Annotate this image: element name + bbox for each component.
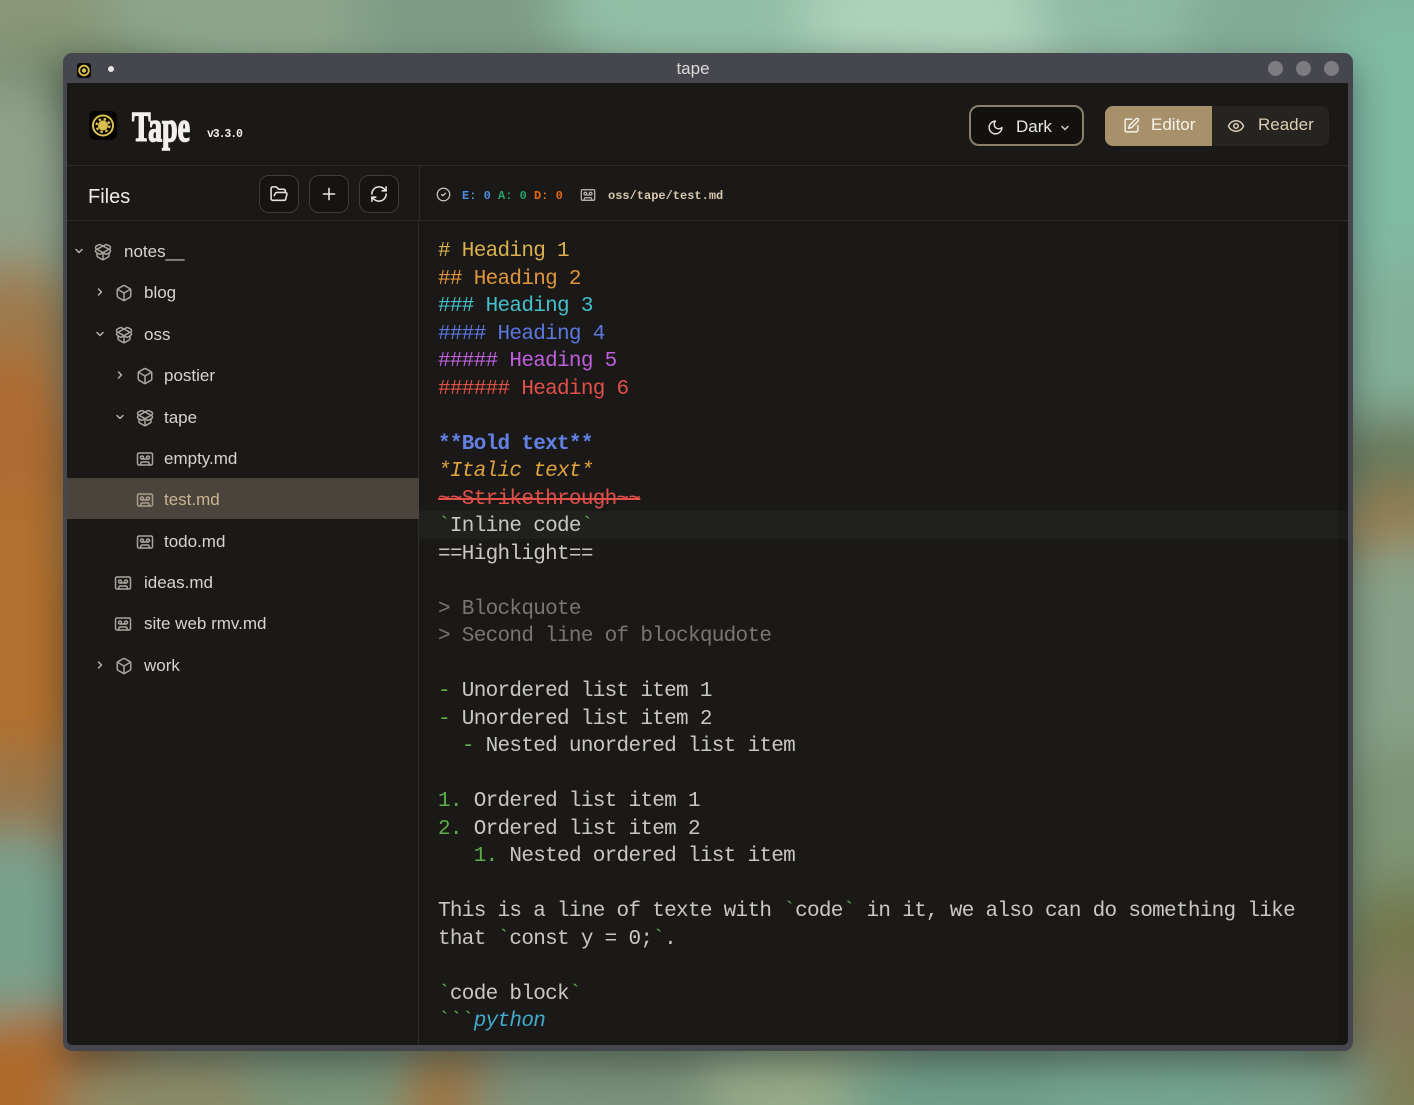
- svg-text:Tape: Tape: [132, 105, 190, 151]
